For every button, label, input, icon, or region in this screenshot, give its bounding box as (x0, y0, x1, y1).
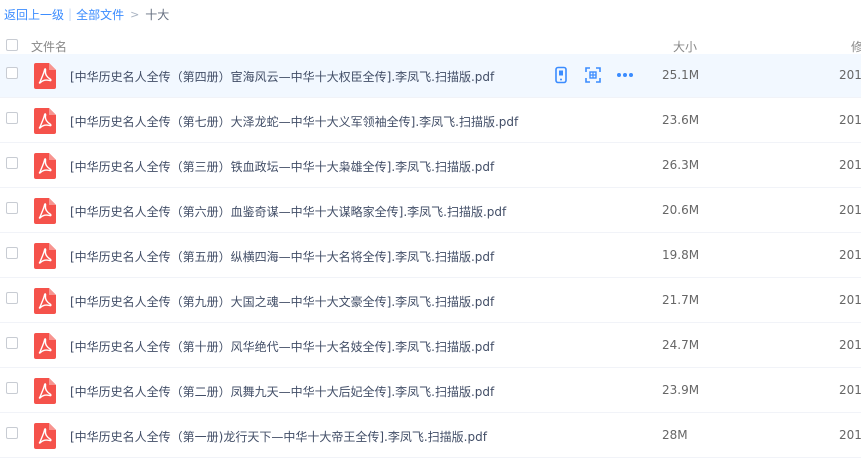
pdf-icon (34, 198, 56, 224)
file-size: 21.7M (662, 293, 700, 307)
file-size: 24.7M (662, 338, 700, 352)
row-checkbox[interactable] (6, 292, 18, 304)
file-modified: 2017 (839, 158, 861, 172)
file-name[interactable]: [中华历史名人全传（第七册）大泽龙蛇—中华十大义军领袖全传].李凤飞.扫描版.p… (70, 113, 518, 130)
file-row[interactable]: [中华历史名人全传（第十册）风华绝代—中华十大名妓全传].李凤飞.扫描版.pdf… (0, 324, 861, 368)
back-link[interactable]: 返回上一级 (4, 6, 64, 23)
file-size: 23.9M (662, 383, 700, 397)
file-row[interactable]: [中华历史名人全传（第五册）纵横四海—中华十大名将全传].李凤飞.扫描版.pdf… (0, 234, 861, 278)
row-checkbox[interactable] (6, 247, 18, 259)
select-all-checkbox[interactable] (6, 39, 18, 51)
pdf-icon (34, 243, 56, 269)
file-modified: 2017 (839, 293, 861, 307)
phone-icon[interactable] (552, 66, 570, 84)
pdf-icon (34, 288, 56, 314)
column-header-name[interactable]: 文件名 (31, 38, 67, 55)
row-checkbox[interactable] (6, 112, 18, 124)
file-row[interactable]: [中华历史名人全传（第七册）大泽龙蛇—中华十大义军领袖全传].李凤飞.扫描版.p… (0, 99, 861, 143)
breadcrumb-separator: > (130, 7, 140, 21)
pdf-icon (34, 63, 56, 89)
file-size: 28M (662, 428, 688, 442)
row-checkbox[interactable] (6, 382, 18, 394)
file-name[interactable]: [中华历史名人全传（第十册）风华绝代—中华十大名妓全传].李凤飞.扫描版.pdf (70, 338, 494, 355)
file-size: 26.3M (662, 158, 700, 172)
file-size: 23.6M (662, 113, 700, 127)
file-modified: 2017 (839, 113, 861, 127)
more-icon[interactable] (616, 66, 634, 84)
file-name[interactable]: [中华历史名人全传（第九册）大国之魂—中华十大文豪全传].李凤飞.扫描版.pdf (70, 293, 494, 310)
file-modified: 2017 (839, 68, 861, 82)
column-header-modified[interactable]: 修 (851, 38, 861, 55)
pdf-icon (34, 153, 56, 179)
file-row[interactable]: [中华历史名人全传（第一册)龙行天下—中华十大帝王全传].李凤飞.扫描版.pdf… (0, 414, 861, 458)
row-checkbox[interactable] (6, 337, 18, 349)
pdf-icon (34, 333, 56, 359)
file-name[interactable]: [中华历史名人全传（第二册）凤舞九天—中华十大后妃全传].李凤飞.扫描版.pdf (70, 383, 494, 400)
column-header-size[interactable]: 大小 (673, 38, 697, 55)
row-actions (552, 66, 634, 84)
pdf-icon (34, 423, 56, 449)
row-checkbox[interactable] (6, 427, 18, 439)
file-name[interactable]: [中华历史名人全传（第五册）纵横四海—中华十大名将全传].李凤飞.扫描版.pdf (70, 248, 494, 265)
file-row[interactable]: [中华历史名人全传（第六册）血鉴奇谋—中华十大谋略家全传].李凤飞.扫描版.pd… (0, 189, 861, 233)
file-size: 19.8M (662, 248, 700, 262)
file-row[interactable]: [中华历史名人全传（第二册）凤舞九天—中华十大后妃全传].李凤飞.扫描版.pdf… (0, 369, 861, 413)
all-files-link[interactable]: 全部文件 (76, 6, 124, 23)
file-name[interactable]: [中华历史名人全传（第三册）铁血政坛—中华十大枭雄全传].李凤飞.扫描版.pdf (70, 158, 494, 175)
file-row[interactable]: [中华历史名人全传（第九册）大国之魂—中华十大文豪全传].李凤飞.扫描版.pdf… (0, 279, 861, 323)
pdf-icon (34, 108, 56, 134)
file-modified: 2017 (839, 248, 861, 262)
current-folder: 十大 (145, 7, 170, 22)
file-modified: 2017 (839, 383, 861, 397)
pdf-icon (34, 378, 56, 404)
file-size: 20.6M (662, 203, 700, 217)
row-checkbox[interactable] (6, 67, 18, 79)
file-size: 25.1M (662, 68, 700, 82)
file-modified: 2017 (839, 203, 861, 217)
file-modified: 2017 (839, 338, 861, 352)
share-icon[interactable] (584, 66, 602, 84)
file-row[interactable]: [中华历史名人全传（第三册）铁血政坛—中华十大枭雄全传].李凤飞.扫描版.pdf… (0, 144, 861, 188)
file-modified: 2017 (839, 428, 861, 442)
row-checkbox[interactable] (6, 157, 18, 169)
breadcrumb: 返回上一级 | 全部文件 > 十大 (4, 0, 169, 28)
file-row[interactable]: [中华历史名人全传（第四册）宦海风云—中华十大权臣全传].李凤飞.扫描版.pdf… (0, 54, 861, 98)
file-name[interactable]: [中华历史名人全传（第六册）血鉴奇谋—中华十大谋略家全传].李凤飞.扫描版.pd… (70, 203, 506, 220)
file-name[interactable]: [中华历史名人全传（第一册)龙行天下—中华十大帝王全传].李凤飞.扫描版.pdf (70, 428, 487, 445)
file-name[interactable]: [中华历史名人全传（第四册）宦海风云—中华十大权臣全传].李凤飞.扫描版.pdf (70, 68, 494, 85)
row-checkbox[interactable] (6, 202, 18, 214)
breadcrumb-divider: | (68, 7, 73, 21)
